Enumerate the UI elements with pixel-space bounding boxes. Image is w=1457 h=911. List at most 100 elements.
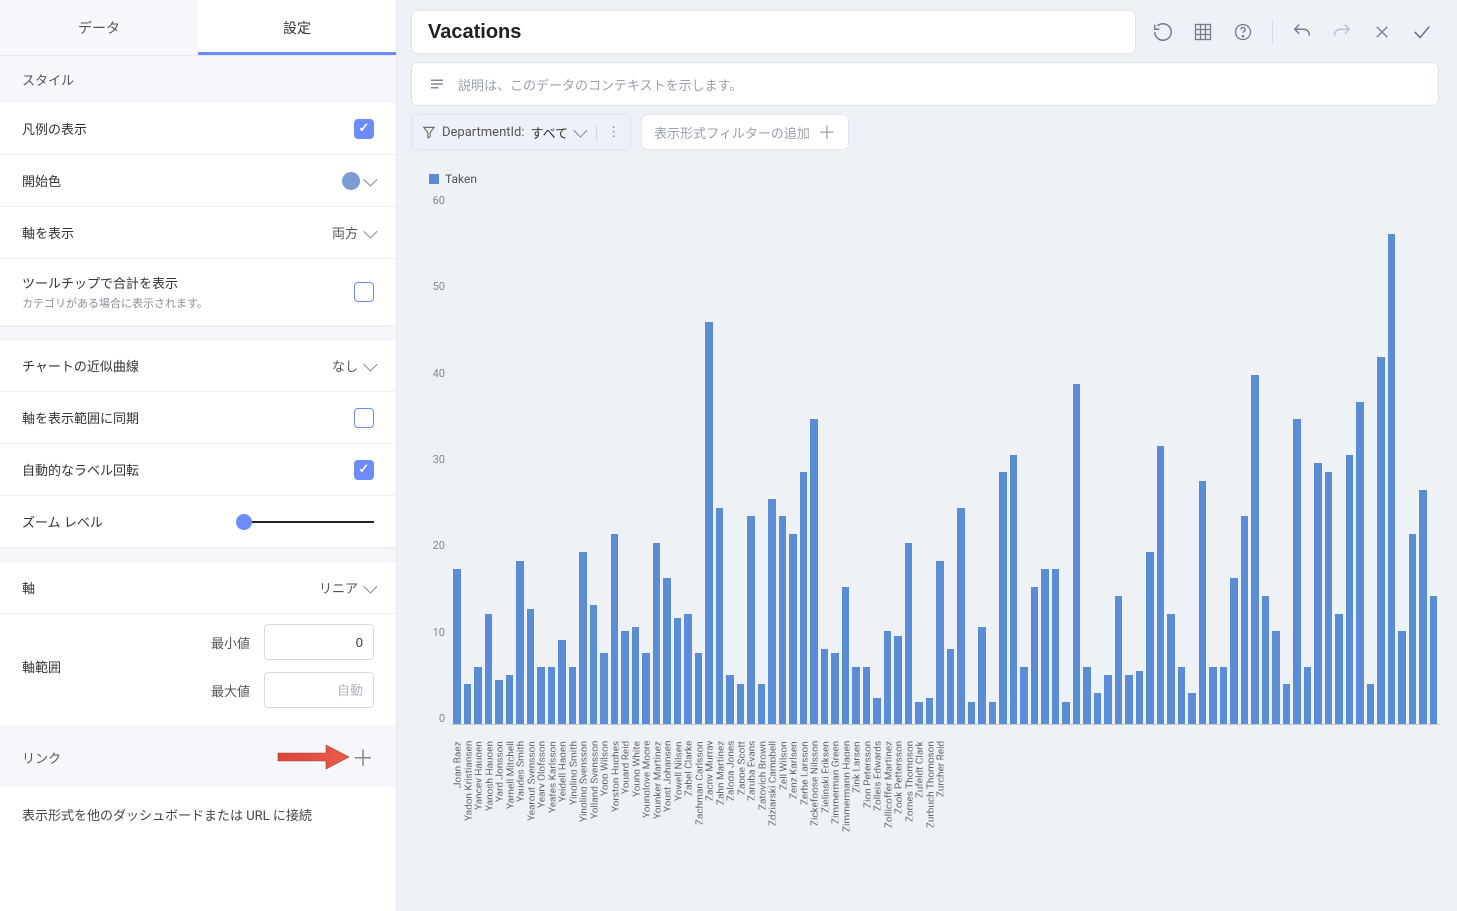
- bar[interactable]: [1283, 684, 1291, 724]
- row-start-color[interactable]: 開始色: [0, 155, 396, 207]
- bar[interactable]: [1125, 675, 1133, 724]
- bar[interactable]: [600, 653, 608, 724]
- input-range-max[interactable]: [264, 672, 374, 708]
- bar[interactable]: [695, 653, 703, 724]
- bar[interactable]: [999, 472, 1007, 724]
- checkbox-tooltip-total[interactable]: [354, 282, 374, 302]
- bar[interactable]: [1293, 419, 1301, 724]
- bar[interactable]: [464, 684, 472, 724]
- redo-icon[interactable]: [1331, 21, 1353, 43]
- bar[interactable]: [1262, 596, 1270, 724]
- bar[interactable]: [884, 631, 892, 724]
- zoom-slider[interactable]: [244, 521, 374, 523]
- bar[interactable]: [978, 627, 986, 724]
- confirm-icon[interactable]: [1411, 21, 1433, 43]
- bar[interactable]: [1367, 684, 1375, 724]
- checkbox-auto-rotate[interactable]: [354, 460, 374, 480]
- viz-title-input[interactable]: [411, 10, 1136, 54]
- bar[interactable]: [1041, 569, 1049, 724]
- bar[interactable]: [1209, 667, 1217, 724]
- bar[interactable]: [1356, 402, 1364, 724]
- bar[interactable]: [558, 640, 566, 724]
- bar[interactable]: [726, 675, 734, 724]
- bar[interactable]: [506, 675, 514, 724]
- bar[interactable]: [810, 419, 818, 724]
- row-axis-scale[interactable]: 軸 リニア: [0, 562, 396, 614]
- bar[interactable]: [653, 543, 661, 724]
- bar[interactable]: [474, 667, 482, 724]
- bar[interactable]: [716, 508, 724, 724]
- bar[interactable]: [1272, 631, 1280, 724]
- bar[interactable]: [527, 609, 535, 724]
- add-filter-button[interactable]: 表示形式フィルターの追加 ＋: [641, 114, 849, 150]
- bar[interactable]: [1104, 675, 1112, 724]
- bar[interactable]: [642, 653, 650, 724]
- bar[interactable]: [1178, 667, 1186, 724]
- bar[interactable]: [1136, 671, 1144, 724]
- bar[interactable]: [800, 472, 808, 724]
- refresh-icon[interactable]: [1152, 21, 1174, 43]
- bar[interactable]: [852, 667, 860, 724]
- bar[interactable]: [1230, 578, 1238, 724]
- filter-more-icon[interactable]: ⋮: [596, 125, 620, 140]
- bar[interactable]: [989, 702, 997, 724]
- row-tooltip-total[interactable]: ツールチップで合計を表示 カテゴリがある場合に表示されます。: [0, 259, 396, 326]
- bar[interactable]: [1419, 490, 1427, 724]
- bar[interactable]: [821, 649, 829, 724]
- bar[interactable]: [611, 534, 619, 724]
- bar[interactable]: [1020, 667, 1028, 724]
- bar[interactable]: [842, 587, 850, 724]
- bar[interactable]: [926, 698, 934, 725]
- bar[interactable]: [1094, 693, 1102, 724]
- bar[interactable]: [569, 667, 577, 724]
- row-trendline[interactable]: チャートの近似曲線 なし: [0, 340, 396, 392]
- bar[interactable]: [1031, 587, 1039, 724]
- bar[interactable]: [1304, 667, 1312, 724]
- bar[interactable]: [915, 702, 923, 724]
- grid-icon[interactable]: [1192, 21, 1214, 43]
- checkbox-show-legend[interactable]: [354, 119, 374, 139]
- bar[interactable]: [548, 667, 556, 724]
- bar[interactable]: [590, 605, 598, 724]
- bar[interactable]: [453, 569, 461, 724]
- bar[interactable]: [1188, 693, 1196, 724]
- bar[interactable]: [1157, 446, 1165, 724]
- bar[interactable]: [621, 631, 629, 724]
- bar[interactable]: [684, 614, 692, 724]
- bar[interactable]: [936, 561, 944, 724]
- bar[interactable]: [747, 516, 755, 724]
- checkbox-sync-axis[interactable]: [354, 408, 374, 428]
- bar[interactable]: [737, 684, 745, 724]
- bar[interactable]: [905, 543, 913, 724]
- bar[interactable]: [894, 636, 902, 724]
- bar[interactable]: [1199, 481, 1207, 724]
- bar[interactable]: [1115, 596, 1123, 724]
- bar[interactable]: [1083, 667, 1091, 724]
- help-icon[interactable]: [1232, 21, 1254, 43]
- bar[interactable]: [1314, 463, 1322, 724]
- slider-thumb-icon[interactable]: [236, 514, 252, 530]
- bar[interactable]: [1146, 552, 1154, 724]
- tab-settings[interactable]: 設定: [198, 0, 396, 55]
- bar[interactable]: [1241, 516, 1249, 724]
- bar[interactable]: [957, 508, 965, 724]
- bar[interactable]: [863, 667, 871, 724]
- bar[interactable]: [1430, 596, 1438, 724]
- bar[interactable]: [485, 614, 493, 724]
- bar[interactable]: [947, 649, 955, 724]
- row-show-legend[interactable]: 凡例の表示: [0, 103, 396, 155]
- close-icon[interactable]: [1371, 21, 1393, 43]
- bar[interactable]: [831, 653, 839, 724]
- row-sync-axis[interactable]: 軸を表示範囲に同期: [0, 392, 396, 444]
- bar[interactable]: [1073, 384, 1081, 724]
- bar[interactable]: [1398, 631, 1406, 724]
- bar[interactable]: [1346, 455, 1354, 724]
- add-link-button[interactable]: ＋: [352, 741, 374, 773]
- bar[interactable]: [579, 552, 587, 724]
- bar[interactable]: [1377, 357, 1385, 724]
- bar[interactable]: [674, 618, 682, 724]
- tab-data[interactable]: データ: [0, 0, 198, 55]
- bar[interactable]: [663, 578, 671, 724]
- bar[interactable]: [705, 322, 713, 724]
- select-show-axis[interactable]: 両方: [332, 223, 374, 242]
